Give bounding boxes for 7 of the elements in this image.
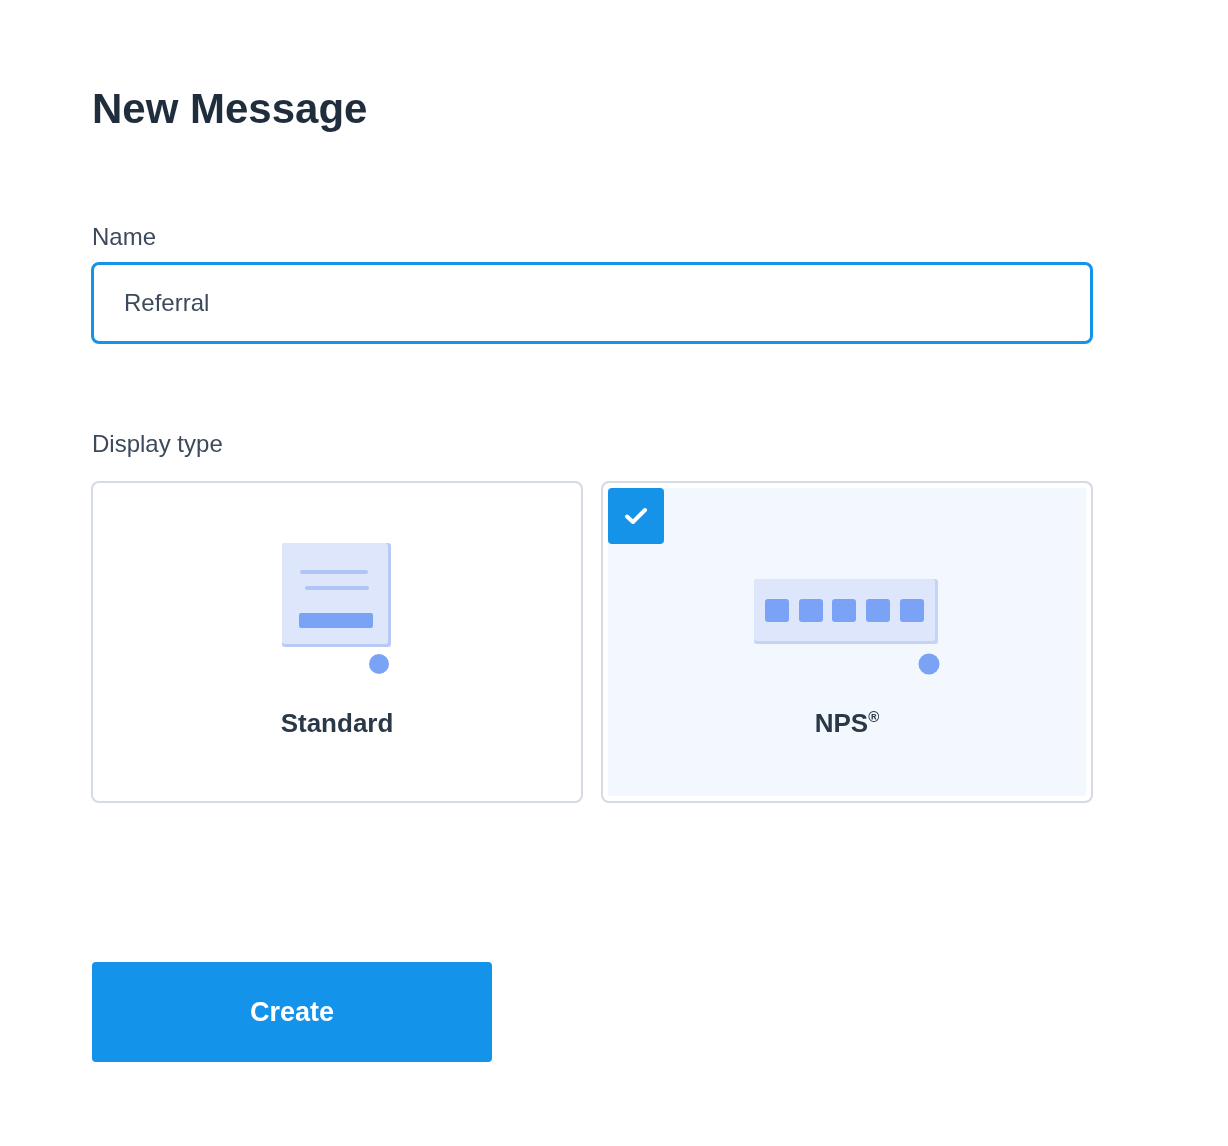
checkmark-icon [608,488,664,544]
page-title: New Message [92,84,368,134]
display-type-option[interactable]: Standard [91,481,583,803]
display-type-option[interactable]: NPS$^{®}$ [601,481,1093,803]
field-label: Display type [92,429,223,459]
field-label: Name [92,222,157,252]
name-input[interactable]: Referral [91,262,1093,344]
